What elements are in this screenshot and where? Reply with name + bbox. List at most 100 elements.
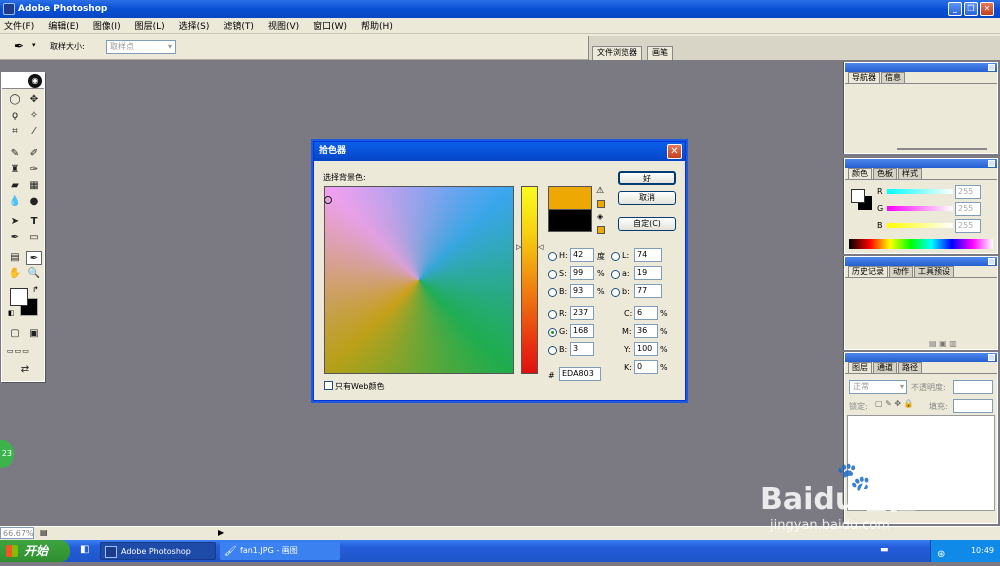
color-r-field[interactable]: 255 — [955, 185, 981, 199]
b-lab-field[interactable]: 77 — [634, 284, 662, 298]
hue-slider-right-arrow-icon[interactable]: ◁ — [538, 243, 543, 251]
tab-tool-presets[interactable]: 工具预设 — [914, 266, 954, 277]
notes-tool-icon[interactable]: ▤ — [7, 251, 23, 265]
panel-close-icon[interactable] — [988, 354, 995, 361]
a-radio[interactable] — [611, 270, 620, 279]
task-photoshop[interactable]: Adobe Photoshop — [100, 542, 216, 560]
side-badge[interactable]: 23 — [0, 440, 14, 468]
minimize-button[interactable]: _ — [948, 2, 962, 16]
tool-preset-arrow-icon[interactable]: ▾ — [32, 41, 36, 49]
menu-help[interactable]: 帮助(H) — [361, 19, 393, 32]
l-field[interactable]: 74 — [634, 248, 662, 262]
gamut-warning-icon[interactable]: ⚠ — [596, 186, 604, 196]
gradient-tool-icon[interactable]: ▦ — [26, 179, 42, 193]
eraser-tool-icon[interactable]: ▰ — [7, 179, 23, 193]
menu-select[interactable]: 选择(S) — [179, 19, 210, 32]
b-rgb-field[interactable]: 3 — [570, 342, 594, 356]
marquee-tool-icon[interactable]: ◯ — [7, 93, 23, 107]
tab-color[interactable]: 颜色 — [848, 168, 872, 179]
c-field[interactable]: 6 — [634, 306, 658, 320]
cancel-button[interactable]: 取消 — [618, 191, 676, 205]
b-hsb-field[interactable]: 93 — [570, 284, 594, 298]
panel-close-icon[interactable] — [988, 160, 995, 167]
zoom-tool-icon[interactable]: 🔍 — [26, 267, 42, 281]
s-field[interactable]: 99 — [570, 266, 594, 280]
clone-stamp-icon[interactable]: ♜ — [7, 163, 23, 177]
menu-layer[interactable]: 图层(L) — [135, 19, 165, 32]
panel-close-icon[interactable] — [988, 258, 995, 265]
doc-info-icon[interactable]: ▤ — [40, 528, 48, 537]
lasso-tool-icon[interactable]: ϙ — [7, 109, 23, 123]
color-g-slider[interactable] — [887, 206, 953, 211]
tab-styles[interactable]: 样式 — [898, 168, 922, 179]
hue-slider-left-arrow-icon[interactable]: ▷ — [516, 243, 521, 251]
color-r-slider[interactable] — [887, 189, 953, 194]
swap-colors-icon[interactable]: ↱ — [32, 285, 39, 294]
tab-history[interactable]: 历史记录 — [848, 266, 888, 277]
r-field[interactable]: 237 — [570, 306, 594, 320]
standard-mode-icon[interactable]: ▢ — [7, 327, 23, 341]
tab-layers[interactable]: 图层 — [848, 362, 872, 373]
blur-tool-icon[interactable]: 💧 — [7, 195, 23, 209]
close-button[interactable]: ✕ — [980, 2, 994, 16]
h-field[interactable]: 42 — [570, 248, 594, 262]
g-radio[interactable] — [548, 328, 557, 337]
ok-button[interactable]: 好 — [618, 171, 676, 185]
crop-tool-icon[interactable]: ⌗ — [7, 125, 23, 139]
type-tool-icon[interactable]: T — [26, 215, 42, 229]
dodge-tool-icon[interactable]: ● — [26, 195, 42, 209]
quick-mask-mode-icon[interactable]: ▣ — [26, 327, 42, 341]
opacity-field[interactable] — [953, 380, 993, 394]
tab-brushes[interactable]: 画笔 — [647, 46, 673, 60]
eyedropper-icon[interactable]: ✒ — [14, 39, 24, 53]
move-tool-icon[interactable]: ✥ — [26, 93, 42, 107]
menu-edit[interactable]: 编辑(E) — [48, 19, 79, 32]
navigator-zoom-slider[interactable] — [897, 148, 987, 150]
shape-tool-icon[interactable]: ▭ — [26, 231, 42, 245]
color-field-cursor[interactable] — [324, 196, 332, 204]
y-field[interactable]: 100 — [634, 342, 658, 356]
panel-foreground-swatch[interactable] — [851, 189, 865, 203]
menu-file[interactable]: 文件(F) — [4, 19, 34, 32]
zoom-field[interactable]: 66.67% — [0, 527, 34, 539]
menu-view[interactable]: 视图(V) — [268, 19, 299, 32]
color-g-field[interactable]: 255 — [955, 202, 981, 216]
lock-icons[interactable]: ▢ ✎ ✥ 🔒 — [875, 399, 914, 408]
dialog-close-button[interactable]: ✕ — [667, 144, 682, 159]
pen-tool-icon[interactable]: ✒ — [7, 231, 23, 245]
restore-button[interactable]: ❐ — [964, 2, 978, 16]
quick-launch-icon[interactable]: ◧ — [80, 544, 89, 555]
hue-slider[interactable] — [521, 186, 538, 374]
b-rgb-radio[interactable] — [548, 346, 557, 355]
blend-mode-select[interactable]: 正常 ▾ — [849, 380, 907, 394]
r-radio[interactable] — [548, 310, 557, 319]
a-field[interactable]: 19 — [634, 266, 662, 280]
jump-to-imageready-icon[interactable]: ⇄ — [7, 363, 43, 377]
menu-filter[interactable]: 滤镜(T) — [223, 19, 254, 32]
panel-close-icon[interactable] — [988, 64, 995, 71]
color-field[interactable] — [324, 186, 514, 374]
eyedropper-tool-icon[interactable]: ✒ — [26, 251, 42, 265]
history-footer-icons[interactable]: ▤ ▣ ▥ — [929, 339, 957, 348]
l-radio[interactable] — [611, 252, 620, 261]
default-colors-icon[interactable]: ◧ — [8, 309, 15, 317]
color-b-slider[interactable] — [887, 223, 953, 228]
color-b-field[interactable]: 255 — [955, 219, 981, 233]
magic-wand-icon[interactable]: ✧ — [26, 109, 42, 123]
old-color-swatch[interactable] — [548, 209, 592, 232]
b-hsb-radio[interactable] — [548, 288, 557, 297]
k-field[interactable]: 0 — [634, 360, 658, 374]
color-ramp[interactable] — [849, 239, 993, 249]
tab-info[interactable]: 信息 — [881, 72, 905, 83]
b-lab-radio[interactable] — [611, 288, 620, 297]
s-radio[interactable] — [548, 270, 557, 279]
clock[interactable]: 10:49 — [971, 546, 994, 555]
gamut-swatch[interactable] — [597, 200, 605, 208]
fill-field[interactable] — [953, 399, 993, 413]
start-button[interactable]: 开始 — [0, 540, 70, 562]
menu-image[interactable]: 图像(I) — [93, 19, 121, 32]
tab-channels[interactable]: 通道 — [873, 362, 897, 373]
tray-arrow-icon[interactable]: ▬ — [880, 545, 889, 555]
g-field[interactable]: 168 — [570, 324, 594, 338]
sample-size-select[interactable]: 取样点 ▾ — [106, 40, 176, 54]
